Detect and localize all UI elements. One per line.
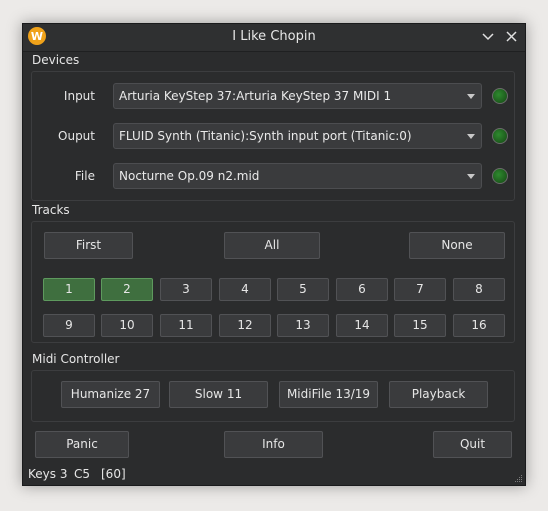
humanize-button[interactable]: Humanize 27 [61, 381, 160, 408]
window-title: I Like Chopin [232, 29, 316, 44]
output-device-select[interactable]: FLUID Synth (Titanic):Synth input port (… [113, 123, 482, 149]
tracks-heading: Tracks [32, 203, 70, 217]
keys-count: Keys 3 [28, 467, 68, 481]
info-button[interactable]: Info [224, 431, 323, 458]
track-toggle-4[interactable]: 4 [219, 278, 271, 301]
input-device-select[interactable]: Arturia KeyStep 37:Arturia KeyStep 37 MI… [113, 83, 482, 109]
track-toggle-1[interactable]: 1 [43, 278, 95, 301]
track-toggle-6[interactable]: 6 [336, 278, 388, 301]
all-tracks-button[interactable]: All [224, 232, 320, 259]
track-toggle-15[interactable]: 15 [394, 314, 446, 337]
track-toggle-14[interactable]: 14 [336, 314, 388, 337]
output-device-value: FLUID Synth (Titanic):Synth input port (… [119, 129, 412, 143]
track-toggle-8[interactable]: 8 [453, 278, 505, 301]
track-toggle-10[interactable]: 10 [101, 314, 153, 337]
input-label: Input [63, 89, 95, 103]
file-label: File [74, 169, 95, 183]
track-toggle-13[interactable]: 13 [277, 314, 329, 337]
midifile-button[interactable]: MidiFile 13/19 [279, 381, 378, 408]
minimize-chevron-icon[interactable] [479, 28, 497, 46]
slow-button[interactable]: Slow 11 [169, 381, 268, 408]
midi-controller-heading: Midi Controller [32, 352, 120, 366]
track-toggle-5[interactable]: 5 [277, 278, 329, 301]
track-toggle-11[interactable]: 11 [160, 314, 212, 337]
devices-heading: Devices [32, 53, 80, 67]
track-toggle-9[interactable]: 9 [43, 314, 95, 337]
resize-grip-icon[interactable] [513, 473, 523, 483]
none-tracks-button[interactable]: None [409, 232, 505, 259]
file-status-led [492, 168, 508, 184]
title-bar: W I Like Chopin [23, 24, 525, 52]
track-toggle-16[interactable]: 16 [453, 314, 505, 337]
playback-button[interactable]: Playback [389, 381, 488, 408]
current-note: C5 [74, 467, 91, 481]
output-status-led [492, 128, 508, 144]
output-label: Ouput [58, 129, 95, 143]
main-window: W I Like Chopin Devices Input Arturia Ke… [22, 23, 526, 486]
track-toggle-3[interactable]: 3 [160, 278, 212, 301]
file-value: Nocturne Op.09 n2.mid [119, 169, 260, 183]
velocity-value: [60] [101, 467, 126, 481]
quit-button[interactable]: Quit [433, 431, 512, 458]
tracks-group: First All None 1 2 3 4 5 6 7 8 9 10 11 12 13 14 15 16 [31, 221, 515, 343]
dropdown-arrow-icon [467, 94, 475, 99]
file-select[interactable]: Nocturne Op.09 n2.mid [113, 163, 482, 189]
midi-controller-group: Humanize 27 Slow 11 MidiFile 13/19 Playb… [31, 370, 515, 422]
devices-group: Input Arturia KeyStep 37:Arturia KeyStep… [31, 71, 515, 201]
input-device-value: Arturia KeyStep 37:Arturia KeyStep 37 MI… [119, 89, 392, 103]
track-toggle-2[interactable]: 2 [101, 278, 153, 301]
panic-button[interactable]: Panic [35, 431, 129, 458]
dropdown-arrow-icon [467, 174, 475, 179]
input-status-led [492, 88, 508, 104]
dropdown-arrow-icon [467, 134, 475, 139]
track-toggle-12[interactable]: 12 [219, 314, 271, 337]
close-icon[interactable] [503, 28, 521, 46]
track-toggle-7[interactable]: 7 [394, 278, 446, 301]
first-track-button[interactable]: First [44, 232, 133, 259]
